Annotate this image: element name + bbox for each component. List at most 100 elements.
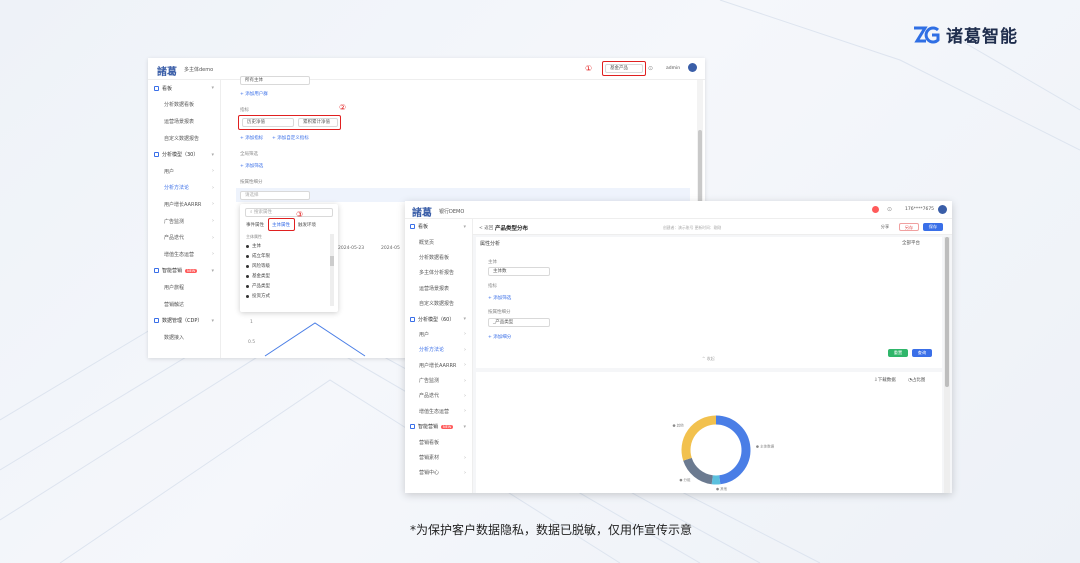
person-icon: [246, 274, 249, 278]
platform-select[interactable]: 全部平台: [902, 240, 920, 246]
notification-icon[interactable]: [872, 206, 879, 213]
main-content: < 返回 产品类型分布 创建者：演示账号 更新时间：刚刚 分享 另存 保存 属性…: [473, 219, 952, 493]
subject-select[interactable]: 主体数: [488, 267, 550, 276]
help-icon[interactable]: ⊙: [648, 65, 653, 72]
subject-label: 主体: [488, 260, 497, 265]
sidebar-item-dashboards[interactable]: 看板 ▾: [148, 80, 220, 97]
help-icon[interactable]: ⊙: [887, 206, 892, 213]
list-item[interactable]: 产品类型: [246, 281, 332, 291]
list-item[interactable]: 投资方式: [246, 291, 332, 301]
sidebar-item[interactable]: 增值生态运营 ›: [405, 404, 472, 419]
query-button[interactable]: 查询: [912, 349, 932, 357]
list-item[interactable]: 风险等级: [246, 261, 332, 271]
project-switcher[interactable]: 银行DEMO: [439, 208, 464, 215]
sidebar-item[interactable]: 多主体分析报告: [405, 265, 472, 280]
subject-select[interactable]: 所有主体: [240, 76, 310, 85]
user-name[interactable]: admin: [666, 66, 680, 71]
donut-slice[interactable]: [715, 415, 751, 485]
back-link[interactable]: < 返回: [479, 225, 493, 231]
clock-icon: [246, 284, 249, 288]
group-by-label: 按属性细分: [488, 310, 511, 315]
add-custom-metric-link[interactable]: + 添加自定义指标: [272, 135, 309, 141]
share-button[interactable]: 分享: [875, 223, 895, 231]
sidebar-item-methodology[interactable]: 分析方法论 ›: [148, 180, 220, 197]
highlight-box-2: [238, 115, 341, 130]
sidebar-item-marketing[interactable]: 智能营销 NEW ▾: [148, 263, 220, 280]
axis-tick: 1: [250, 320, 253, 325]
add-group-link[interactable]: + 添加细分: [488, 334, 511, 340]
project-switcher[interactable]: 多主体demo: [184, 66, 213, 73]
tab-attribute-analysis[interactable]: 属性分析: [480, 240, 500, 247]
donut-slice[interactable]: [683, 457, 714, 485]
list-item[interactable]: 成立年限: [246, 251, 332, 261]
sidebar-item-marketing[interactable]: 智能营销 NEW ▾: [405, 419, 472, 434]
metric-label: 指标: [240, 108, 249, 113]
group-by-label: 按属性细分: [240, 180, 263, 185]
sidebar-item[interactable]: 自定义数据报告: [148, 130, 220, 147]
donut-slice[interactable]: [681, 415, 717, 461]
download-data-button[interactable]: ⇩下载数据: [874, 377, 896, 383]
highlight-box-1: [602, 61, 646, 76]
sidebar-item[interactable]: 分析数据看板: [405, 250, 472, 265]
sidebar-item[interactable]: 广告监测 ›: [148, 213, 220, 230]
sidebar-item[interactable]: 用户旅程: [148, 279, 220, 296]
sidebar-item-models[interactable]: 分析模型（30） ▾: [148, 146, 220, 163]
line-chart-preview: [264, 322, 366, 357]
query-panel: 属性分析 全部平台 主体 主体数 指标 + 添加筛选 按属性细分 _产品类型 +…: [476, 237, 942, 368]
user-name[interactable]: 176****7675: [905, 207, 934, 212]
sidebar-item[interactable]: 用户 ›: [148, 163, 220, 180]
chart-icon: [154, 152, 159, 158]
sidebar-item[interactable]: 营销看板: [405, 434, 472, 449]
calendar-icon: [246, 254, 249, 258]
date-label: 2024-05-23: [338, 246, 365, 251]
marketing-icon: [410, 424, 415, 430]
sidebar-item[interactable]: 概览页: [405, 234, 472, 249]
collapse-toggle[interactable]: ^ 收起: [702, 356, 715, 362]
sidebar-item[interactable]: 用户 ›: [405, 327, 472, 342]
add-user-group-link[interactable]: + 添加用户群: [240, 91, 268, 97]
add-filter-link[interactable]: + 添加筛选: [488, 295, 511, 301]
group-by-select[interactable]: 请选择: [240, 191, 310, 200]
sidebar-item[interactable]: 增值生态运营 ›: [148, 246, 220, 263]
sidebar-item-methodology[interactable]: 分析方法论 ›: [405, 342, 472, 357]
sidebar-item[interactable]: 营销触达: [148, 296, 220, 313]
sidebar-item[interactable]: 分析数据看板: [148, 97, 220, 114]
avatar[interactable]: [938, 205, 947, 214]
add-metric-link[interactable]: + 添加指标: [240, 135, 263, 141]
attribute-list: 主体 成立年限 风险等级 基金类型 产品类型 投资方式: [246, 241, 332, 301]
avatar[interactable]: [688, 63, 697, 72]
list-item[interactable]: 主体: [246, 241, 332, 251]
annotation-3: ③: [296, 210, 304, 219]
list-item[interactable]: 基金类型: [246, 271, 332, 281]
attribute-search-input[interactable]: ⌕ 搜索属性: [245, 208, 333, 217]
sidebar-item[interactable]: 营销中心 ›: [405, 465, 472, 480]
sidebar-item[interactable]: 数据接入: [148, 329, 220, 346]
reset-button[interactable]: 重置: [888, 349, 908, 357]
sidebar-item-dashboards[interactable]: 看板 ▾: [405, 219, 472, 234]
sidebar-nav: 看板 ▾ 概览页 分析数据看板 多主体分析报告 运营场景报表 自定义数据报告 分析…: [405, 219, 473, 493]
sidebar-item[interactable]: 用户增长AARRR ›: [148, 196, 220, 213]
sidebar-item[interactable]: 产品迭代 ›: [405, 388, 472, 403]
sidebar-item[interactable]: 自定义数据报告: [405, 296, 472, 311]
chart-type-select[interactable]: ◔占比图: [908, 377, 925, 383]
sidebar-item[interactable]: 用户增长AARRR ›: [405, 358, 472, 373]
app-logo: 諸葛: [157, 67, 177, 78]
sidebar-item[interactable]: 营销素材 ›: [405, 450, 472, 465]
dropdown-scrollbar[interactable]: [330, 234, 334, 306]
sidebar-item-cdp[interactable]: 数据管理（CDP） ▾: [148, 312, 220, 329]
sidebar-item[interactable]: 广告监测 ›: [405, 373, 472, 388]
sidebar-item[interactable]: 运营场景报表: [148, 113, 220, 130]
save-button[interactable]: 保存: [923, 223, 943, 231]
tab-event-attributes[interactable]: 事件属性: [246, 222, 264, 228]
sidebar-item[interactable]: 产品迭代 ›: [148, 229, 220, 246]
app-logo: 諸葛: [412, 208, 432, 219]
add-filter-link[interactable]: + 添加筛选: [240, 163, 263, 169]
save-as-button[interactable]: 另存: [899, 223, 919, 231]
sidebar-item-models[interactable]: 分析模型（60） ▾: [405, 311, 472, 326]
donut-slice-label: ● 其他: [672, 422, 684, 427]
top-bar: 諸葛 多主体demo ① 基金产品 ⊙ admin: [148, 58, 705, 80]
page-scrollbar[interactable]: [944, 237, 950, 493]
tab-trigger-environment[interactable]: 触发环境: [298, 222, 316, 228]
sidebar-item[interactable]: 运营场景报表: [405, 281, 472, 296]
group-by-select[interactable]: _产品类型: [488, 318, 550, 327]
